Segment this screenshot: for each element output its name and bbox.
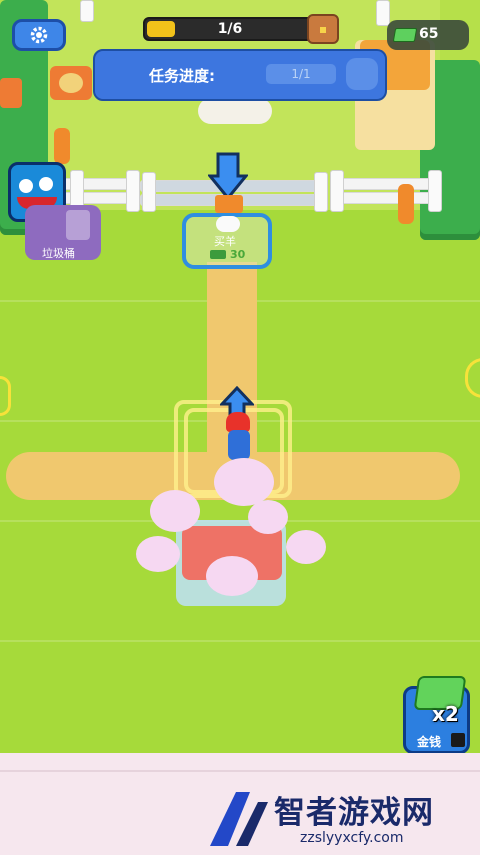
- chest-lock: [320, 27, 326, 33]
- wool-cloud: [136, 536, 180, 572]
- sign-board: [0, 78, 22, 108]
- eye-icon: [39, 177, 53, 191]
- task-progress-label: 任务进度:: [149, 67, 215, 85]
- treasure-chest-icon[interactable]: [307, 14, 339, 44]
- settings-button[interactable]: [12, 19, 66, 51]
- fence-rail: [330, 178, 442, 190]
- sheep-icon: [216, 216, 240, 232]
- boost-multiplier: x2: [432, 702, 459, 726]
- fence-post: [80, 0, 94, 22]
- boost-label: 金钱: [417, 735, 442, 749]
- sidewalk-line: [0, 770, 480, 772]
- fence-post: [330, 170, 344, 212]
- task-reward-icon: [346, 58, 378, 90]
- wool-cloud: [214, 458, 274, 506]
- watermark-brand: 智者游戏网: [274, 795, 434, 831]
- cash-icon: [210, 250, 226, 259]
- eye-icon: [19, 179, 33, 193]
- fence-post: [428, 170, 442, 212]
- farmer-character: [54, 128, 70, 164]
- money-amount: 65: [419, 26, 439, 42]
- task-progress-count: 1/1: [266, 64, 336, 84]
- wool-cloud: [248, 500, 288, 534]
- fence-post: [142, 172, 156, 212]
- sheep-icon: [59, 73, 83, 93]
- level-progress-bar: 1/6: [143, 17, 313, 41]
- watermark-logo: [210, 792, 268, 846]
- trash-can-icon: [66, 210, 90, 240]
- sign-board: [50, 66, 92, 100]
- zone-ring: [0, 376, 11, 416]
- fence-post: [314, 172, 328, 212]
- cash-icon: [392, 28, 418, 42]
- player-character[interactable]: [228, 430, 250, 460]
- player-head: [226, 412, 250, 432]
- pad-post: [215, 195, 243, 213]
- wool-cloud: [206, 556, 258, 596]
- fence-post: [376, 0, 390, 26]
- fence-post: [126, 170, 140, 212]
- trash-bin-label: 垃圾桶: [42, 247, 75, 260]
- fence-rail: [330, 192, 442, 204]
- wool-cloud: [150, 490, 200, 532]
- sheep-flock: [198, 98, 272, 124]
- watermark-url: zzslyyxcfy.com: [300, 830, 404, 846]
- video-ad-icon: [451, 733, 465, 747]
- progress-text: 1/6: [217, 21, 243, 37]
- buy-sheep-label: 买羊: [214, 235, 236, 248]
- wool-cloud: [286, 530, 326, 564]
- grass-stripe: [0, 640, 480, 642]
- buy-sheep-price: 30: [230, 248, 246, 261]
- gear-icon: [30, 26, 48, 44]
- task-progress-panel: [93, 49, 387, 101]
- farmer-character: [398, 184, 414, 224]
